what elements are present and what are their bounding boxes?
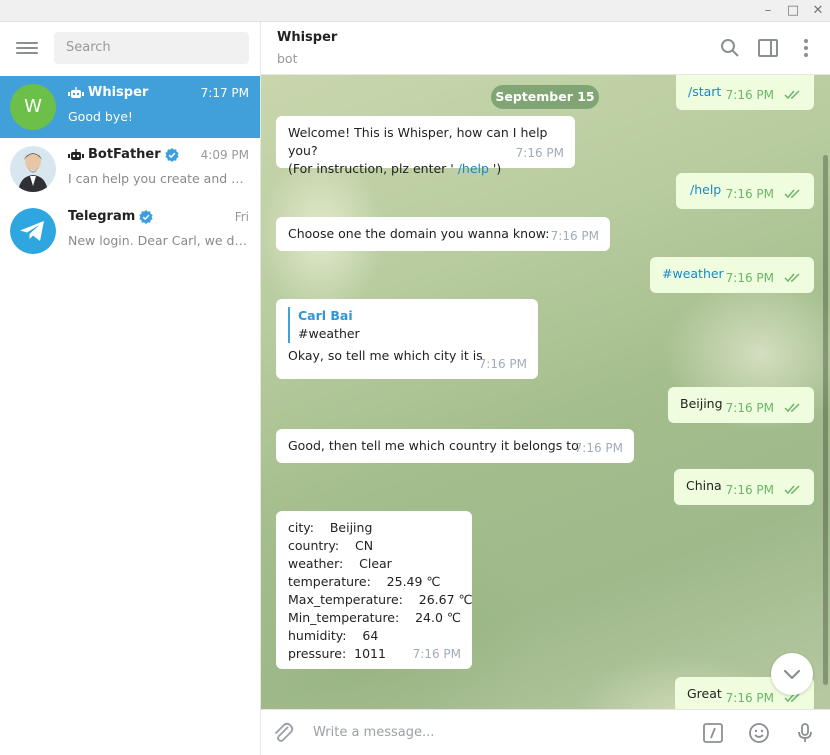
chat-title[interactable]: Whisper <box>277 30 337 45</box>
chat-name: Telegram <box>68 209 153 224</box>
attach-icon[interactable] <box>271 721 295 745</box>
message-outgoing[interactable]: China 7:16 PM <box>674 469 814 505</box>
date-separator: September 15 <box>491 85 599 109</box>
message-time: 7:16 PM <box>725 691 774 705</box>
message-text[interactable]: Okay, so tell me which city it is <box>288 348 483 363</box>
message-time: 7:16 PM <box>725 401 774 415</box>
search-input[interactable]: Search <box>54 32 249 64</box>
botfather-avatar <box>10 146 56 192</box>
chat-name-text: Telegram <box>68 209 136 224</box>
chat-preview: Good bye! <box>68 109 133 124</box>
message-incoming-weather-report[interactable]: city: Beijing country: CN weather: Clear… <box>276 511 473 669</box>
chat-header: Whisper bot <box>261 22 830 75</box>
chat-item-whisper[interactable]: W Whisper 7:17 PM Good bye! <box>0 76 260 138</box>
telegram-avatar <box>10 208 56 254</box>
message-text[interactable]: China <box>686 478 722 493</box>
hamburger-menu-icon[interactable] <box>14 39 40 59</box>
microphone-icon[interactable] <box>793 721 817 745</box>
message-outgoing[interactable]: #weather 7:16 PM <box>650 257 814 293</box>
double-check-icon <box>784 90 800 100</box>
weather-line-weather[interactable]: weather: Clear <box>288 555 460 573</box>
quote-text: #weather <box>298 326 360 341</box>
weather-line-country[interactable]: country: CN <box>288 537 460 555</box>
message-time: 7:16 PM <box>725 88 774 102</box>
emoji-icon[interactable] <box>747 721 771 745</box>
message-time: 7:16 PM <box>725 483 774 497</box>
avatar: W <box>10 84 56 130</box>
title-bar: – □ ✕ <box>0 0 830 22</box>
minimize-button[interactable]: – <box>756 2 780 20</box>
scrollbar[interactable] <box>823 155 828 685</box>
message-text[interactable]: /start <box>688 84 721 99</box>
double-check-icon <box>784 403 800 413</box>
message-time: 7:16 PM <box>725 187 774 201</box>
chat-preview: New login. Dear Carl, we dete... <box>68 233 250 248</box>
message-time: 7:16 PM <box>725 271 774 285</box>
message-time: 7:16 PM <box>412 647 461 661</box>
chat-item-telegram[interactable]: Telegram Fri New login. Dear Carl, we de… <box>0 200 260 262</box>
message-incoming[interactable]: Carl Bai #weather Okay, so tell me which… <box>276 299 538 379</box>
bot-icon <box>68 86 84 98</box>
chat-time: Fri <box>234 210 249 224</box>
message-text[interactable]: /help <box>688 182 721 197</box>
quote-author: Carl Bai <box>298 308 353 323</box>
message-outgoing[interactable]: Beijing 7:16 PM <box>668 387 814 423</box>
message-text[interactable]: Beijing <box>680 396 723 411</box>
close-button[interactable]: ✕ <box>806 2 830 20</box>
message-text[interactable]: #weather <box>662 266 724 281</box>
verified-badge-icon <box>164 147 179 162</box>
message-incoming[interactable]: Welcome! This is Whisper, how can I help… <box>276 116 575 176</box>
chat-name: Whisper <box>68 85 148 100</box>
more-options-icon[interactable] <box>794 36 818 60</box>
message-composer: Write a message... <box>261 709 830 755</box>
message-time: 7:16 PM <box>515 146 564 160</box>
message-outgoing[interactable]: /help 7:16 PM <box>676 173 814 209</box>
double-check-icon <box>784 189 800 199</box>
bot-commands-icon[interactable] <box>701 721 725 745</box>
chat-list-panel: Search W Whisper 7:17 PM Good bye! BotFa… <box>0 22 261 755</box>
message-time: 7:16 PM <box>550 229 599 243</box>
double-check-icon <box>784 485 800 495</box>
weather-line-city[interactable]: city: Beijing <box>288 519 460 537</box>
chat-time: 7:17 PM <box>200 86 249 100</box>
message-text[interactable]: Great <box>687 686 722 701</box>
message-time: 7:16 PM <box>574 441 623 455</box>
search-icon[interactable] <box>718 36 742 60</box>
verified-badge-icon <box>139 209 153 224</box>
message-time: 7:16 PM <box>478 357 527 371</box>
message-text[interactable]: Choose one the domain you wanna know: <box>288 226 550 241</box>
chat-preview: I can help you create and ma... <box>68 171 250 186</box>
chat-name: BotFather <box>68 147 179 162</box>
maximize-button[interactable]: □ <box>781 2 805 20</box>
chat-name-text: BotFather <box>88 147 161 162</box>
chat-subtitle: bot <box>277 51 298 66</box>
message-text[interactable]: Good, then tell me which country it belo… <box>288 438 579 453</box>
weather-line-temperature[interactable]: temperature: 25.49 ℃ <box>288 573 460 591</box>
help-command-link[interactable]: /help <box>458 161 489 176</box>
double-check-icon <box>784 273 800 283</box>
weather-line-max-temperature[interactable]: Max_temperature: 26.67 ℃ <box>288 591 473 609</box>
chevron-down-icon <box>783 669 801 680</box>
weather-line-min-temperature[interactable]: Min_temperature: 24.0 ℃ <box>288 609 461 627</box>
reply-quote[interactable]: Carl Bai #weather <box>288 307 526 343</box>
chat-item-botfather[interactable]: BotFather 4:09 PM I can help you create … <box>0 138 260 200</box>
message-text-line2[interactable]: (For instruction, plz enter ' /help ') <box>288 160 563 178</box>
message-area[interactable]: /start 7:16 PM September 15 Welcome! Thi… <box>261 75 830 709</box>
message-incoming[interactable]: Choose one the domain you wanna know: 7:… <box>276 217 610 251</box>
chat-name-text: Whisper <box>88 85 149 100</box>
weather-line-humidity[interactable]: humidity: 64 <box>288 627 460 645</box>
message-input[interactable]: Write a message... <box>313 725 434 740</box>
scroll-down-button[interactable] <box>771 653 813 695</box>
sidebar-toggle-icon[interactable] <box>756 36 780 60</box>
message-outgoing[interactable]: /start 7:16 PM <box>676 75 814 110</box>
telegram-logo-icon <box>10 208 56 254</box>
bot-icon <box>68 148 84 160</box>
chat-time: 4:09 PM <box>200 148 249 162</box>
message-incoming[interactable]: Good, then tell me which country it belo… <box>276 429 634 463</box>
